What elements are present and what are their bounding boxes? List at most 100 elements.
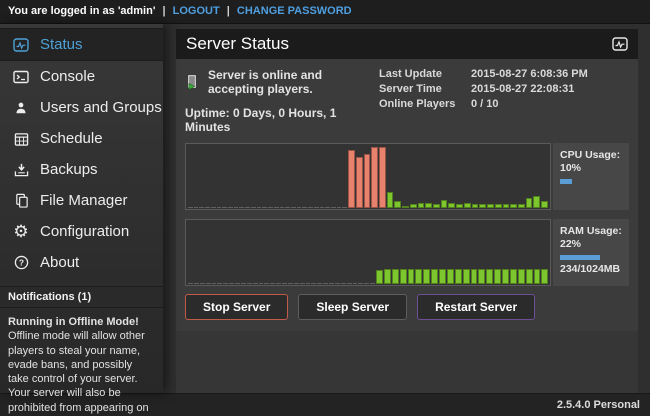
chart-bar <box>314 207 319 208</box>
chart-bar <box>510 269 517 284</box>
panel-header: Server Status <box>176 29 638 59</box>
chart-bar <box>270 283 275 284</box>
chart-bar <box>194 207 199 208</box>
chart-bar <box>448 203 455 208</box>
page-title: Server Status <box>186 34 612 54</box>
sidebar-item-label: Configuration <box>40 223 129 240</box>
notification-title: Running in Offline Mode! <box>8 315 155 329</box>
chart-bar <box>364 154 371 208</box>
content-area: Status Console Users and Groups <box>0 24 650 393</box>
sidebar-item-label: Schedule <box>40 130 103 147</box>
chart-bar <box>394 201 401 208</box>
chart-bar <box>291 207 296 208</box>
chart-bar <box>285 207 290 208</box>
sidebar-item-about[interactable]: ? About <box>0 247 163 278</box>
chart-bar <box>541 269 548 284</box>
chart-bar <box>329 283 334 284</box>
chart-bar <box>311 283 316 284</box>
chart-bar <box>188 207 193 208</box>
svg-text:?: ? <box>18 258 23 268</box>
sidebar-item-backups[interactable]: Backups <box>0 154 163 185</box>
chart-bar <box>356 157 363 208</box>
chart-bar <box>533 196 540 208</box>
stop-server-button[interactable]: Stop Server <box>185 294 288 320</box>
change-password-link[interactable]: CHANGE PASSWORD <box>237 5 352 17</box>
sidebar: Status Console Users and Groups <box>0 24 163 393</box>
info-value: 2015-08-27 22:08:31 <box>471 83 574 95</box>
sidebar-item-label: Users and Groups <box>40 99 162 116</box>
cpu-legend-label: CPU Usage: <box>560 149 622 162</box>
chart-bar <box>257 207 262 208</box>
chart-bar <box>471 269 478 284</box>
sidebar-item-console[interactable]: Console <box>0 61 163 92</box>
chart-bar <box>478 269 485 284</box>
chart-bar <box>335 283 340 284</box>
logout-link[interactable]: LOGOUT <box>173 5 220 17</box>
server-online-icon <box>185 74 199 91</box>
user-icon <box>10 101 32 115</box>
notification-message: Running in Offline Mode! Offline mode wi… <box>0 308 163 416</box>
chart-bar <box>510 204 517 208</box>
chart-bar <box>234 207 239 208</box>
chart-bar <box>317 283 322 284</box>
chart-bar <box>241 283 246 284</box>
sidebar-item-label: Console <box>40 68 95 85</box>
panel-body: Server is online and accepting players. … <box>176 59 638 331</box>
calendar-icon <box>10 132 32 146</box>
ram-legend-detail: 234/1024MB <box>560 263 622 276</box>
logged-in-text: You are logged in as 'admin' <box>8 5 155 17</box>
info-value: 0 / 10 <box>471 98 499 110</box>
chart-bar <box>253 283 258 284</box>
info-value: 2015-08-27 6:08:36 PM <box>471 68 588 80</box>
chart-bar <box>280 207 285 208</box>
chart-bar <box>337 207 342 208</box>
chart-bar <box>526 198 533 208</box>
sidebar-item-label: About <box>40 254 79 271</box>
chart-bar <box>259 283 264 284</box>
notifications-header: Notifications (1) <box>0 286 163 308</box>
chart-bar <box>188 283 193 284</box>
chart-bar <box>268 207 273 208</box>
sidebar-item-file-manager[interactable]: File Manager <box>0 185 163 216</box>
chart-bar <box>423 269 430 284</box>
chart-bar <box>439 269 446 284</box>
sleep-server-button[interactable]: Sleep Server <box>298 294 407 320</box>
chart-bar <box>274 207 279 208</box>
sidebar-item-label: Backups <box>40 161 98 178</box>
chart-bar <box>264 283 269 284</box>
app-window: You are logged in as 'admin' | LOGOUT | … <box>0 0 650 416</box>
sidebar-item-users-and-groups[interactable]: Users and Groups <box>0 92 163 123</box>
chart-bar <box>518 269 525 284</box>
chart-bar <box>503 204 510 208</box>
chart-bar <box>518 204 525 208</box>
download-tray-icon <box>10 163 32 177</box>
sidebar-item-status[interactable]: Status <box>0 28 163 61</box>
chart-bar <box>194 283 199 284</box>
chart-bar <box>353 283 358 284</box>
sidebar-item-configuration[interactable]: ⚙ Configuration <box>0 216 163 247</box>
server-status-summary: Server is online and accepting players. … <box>185 68 379 134</box>
info-label: Last Update <box>379 68 471 80</box>
files-icon <box>10 193 32 208</box>
chart-bar <box>300 283 305 284</box>
chart-bar <box>288 283 293 284</box>
chart-bar <box>370 283 375 284</box>
chart-bar <box>228 207 233 208</box>
chart-bar <box>331 207 336 208</box>
chart-bar <box>364 283 369 284</box>
chart-bar <box>323 283 328 284</box>
restart-server-button[interactable]: Restart Server <box>417 294 535 320</box>
chart-bar <box>206 283 211 284</box>
chart-bar <box>392 269 399 284</box>
chart-bar <box>410 204 417 208</box>
gear-icon: ⚙ <box>10 224 32 239</box>
ram-chart-row: RAM Usage: 22% 234/1024MB <box>185 219 629 286</box>
chart-bar <box>400 269 407 284</box>
server-action-buttons: Stop Server Sleep Server Restart Server <box>185 294 629 320</box>
server-status-message: Server is online and accepting players. <box>208 68 379 96</box>
chart-bar <box>235 283 240 284</box>
status-chart-icon <box>612 37 628 51</box>
chart-bar <box>479 204 486 208</box>
sidebar-item-schedule[interactable]: Schedule <box>0 123 163 154</box>
chart-bar <box>199 207 204 208</box>
